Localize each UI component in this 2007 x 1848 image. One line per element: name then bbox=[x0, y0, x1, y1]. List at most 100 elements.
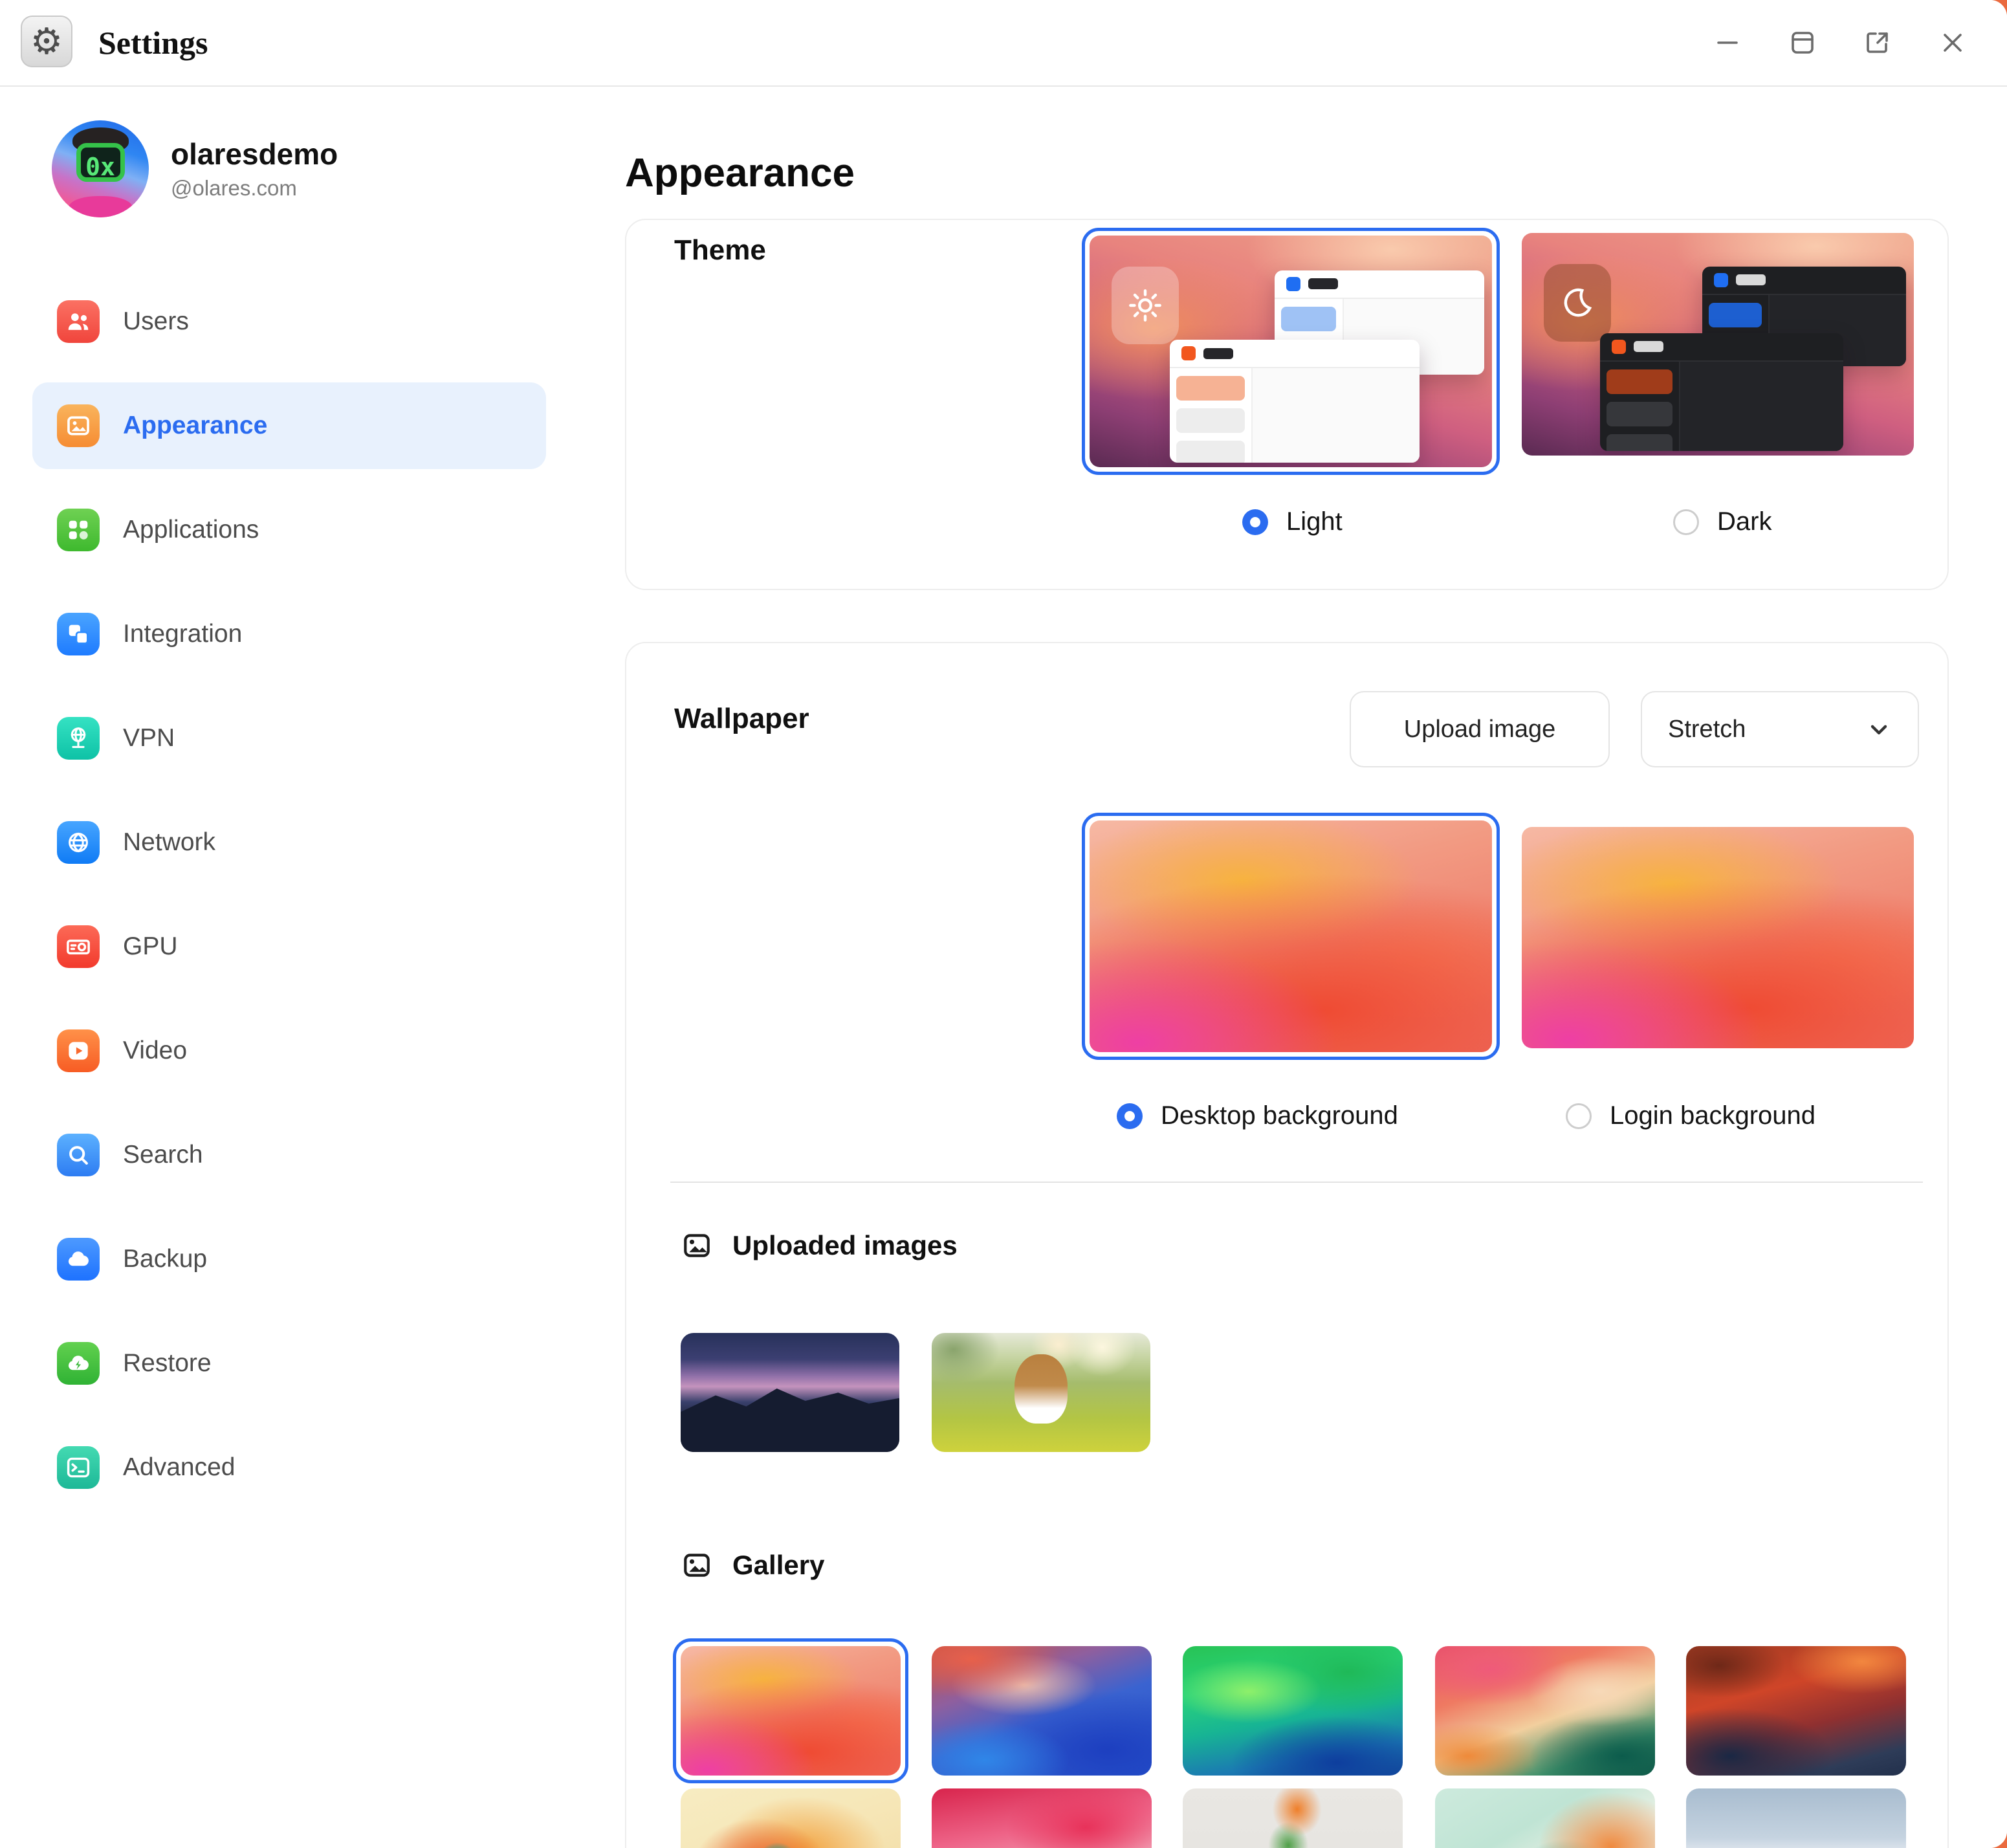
search-icon bbox=[57, 1134, 100, 1176]
light-theme-thumbnail bbox=[1090, 236, 1492, 467]
gallery-thumbnail[interactable] bbox=[932, 1788, 1152, 1848]
upload-image-label: Upload image bbox=[1404, 716, 1555, 743]
mock-window bbox=[1170, 340, 1420, 463]
radio-selected-icon bbox=[1242, 509, 1268, 535]
user-handle: @olares.com bbox=[171, 176, 338, 201]
minimize-icon bbox=[1712, 27, 1743, 58]
theme-title: Theme bbox=[674, 234, 766, 267]
desktop-background-radio[interactable]: Desktop background bbox=[1117, 1101, 1398, 1130]
gallery-thumbnail[interactable] bbox=[932, 1646, 1152, 1776]
sidebar-item-label: Integration bbox=[123, 620, 242, 648]
sidebar-item-label: Appearance bbox=[123, 412, 267, 440]
gallery-header: Gallery bbox=[681, 1549, 824, 1581]
theme-option-dark-preview[interactable] bbox=[1522, 233, 1914, 456]
external-link-icon bbox=[1862, 27, 1893, 58]
gpu-icon bbox=[57, 925, 100, 968]
sidebar-nav: Users Appearance Applications Integratio… bbox=[32, 278, 546, 1528]
sun-icon bbox=[1112, 267, 1179, 344]
gallery-thumbnail[interactable] bbox=[1183, 1788, 1403, 1848]
uploaded-images-title: Uploaded images bbox=[732, 1230, 958, 1261]
sidebar-item-restore[interactable]: Restore bbox=[32, 1320, 546, 1407]
avatar-body bbox=[69, 196, 133, 217]
sidebar-item-label: Restore bbox=[123, 1349, 212, 1378]
vpn-icon bbox=[57, 717, 100, 760]
radio-label: Desktop background bbox=[1161, 1101, 1398, 1130]
sidebar-item-label: Video bbox=[123, 1037, 187, 1065]
gallery-title: Gallery bbox=[732, 1550, 824, 1581]
open-new-window-button[interactable] bbox=[1861, 26, 1894, 60]
window-controls bbox=[1711, 0, 1969, 85]
radio-unselected-icon bbox=[1673, 509, 1699, 535]
uploaded-image-thumbnail[interactable] bbox=[932, 1333, 1150, 1452]
wallpaper-thumbnail bbox=[1090, 820, 1492, 1052]
sidebar-item-gpu[interactable]: GPU bbox=[32, 903, 546, 990]
mock-window bbox=[1600, 333, 1843, 451]
sidebar-item-backup[interactable]: Backup bbox=[32, 1216, 546, 1303]
sidebar-item-integration[interactable]: Integration bbox=[32, 591, 546, 677]
theme-radio-dark[interactable]: Dark bbox=[1673, 507, 1771, 536]
close-button[interactable] bbox=[1936, 26, 1969, 60]
radio-label: Dark bbox=[1717, 507, 1771, 536]
appearance-icon bbox=[57, 404, 100, 447]
theme-section: Theme bbox=[625, 219, 1949, 590]
wallpaper-fit-select[interactable]: Stretch bbox=[1641, 691, 1919, 767]
uploaded-images-header: Uploaded images bbox=[681, 1229, 958, 1262]
sidebar-item-vpn[interactable]: VPN bbox=[32, 695, 546, 782]
user-avatar: 0x bbox=[52, 120, 149, 217]
sidebar-item-search[interactable]: Search bbox=[32, 1112, 546, 1198]
gallery-thumbnail[interactable] bbox=[1435, 1646, 1655, 1776]
login-background-radio[interactable]: Login background bbox=[1566, 1101, 1815, 1130]
fit-select-value: Stretch bbox=[1668, 716, 1746, 743]
gallery-thumbnail[interactable] bbox=[681, 1788, 901, 1848]
gallery-thumbnail[interactable] bbox=[1686, 1646, 1906, 1776]
radio-unselected-icon bbox=[1566, 1103, 1592, 1129]
window-title: Settings bbox=[98, 0, 208, 85]
user-card: 0x olaresdemo @olares.com bbox=[52, 120, 338, 217]
sidebar-item-label: Applications bbox=[123, 516, 259, 544]
sidebar-item-label: Backup bbox=[123, 1245, 207, 1273]
radio-label: Light bbox=[1286, 507, 1343, 536]
advanced-icon bbox=[57, 1446, 100, 1489]
maximize-button[interactable] bbox=[1786, 26, 1819, 60]
sidebar-item-applications[interactable]: Applications bbox=[32, 487, 546, 573]
picture-icon bbox=[681, 1229, 713, 1262]
main-content: Appearance Theme bbox=[573, 87, 2007, 1848]
sidebar-item-label: Search bbox=[123, 1141, 203, 1169]
sidebar-item-network[interactable]: Network bbox=[32, 799, 546, 886]
gallery-thumbnail-image bbox=[681, 1646, 901, 1776]
wallpaper-desktop-preview[interactable] bbox=[1082, 813, 1500, 1060]
minimize-button[interactable] bbox=[1711, 26, 1744, 60]
radio-label: Login background bbox=[1610, 1101, 1815, 1130]
theme-option-light-preview[interactable] bbox=[1082, 228, 1500, 475]
chevron-down-icon bbox=[1866, 716, 1892, 742]
sidebar: 0x olaresdemo @olares.com Users Appearan… bbox=[0, 87, 575, 1848]
settings-window: ⚙ Settings 0x o bbox=[0, 0, 2007, 1848]
maximize-icon bbox=[1787, 27, 1818, 58]
gallery-thumbnail-selected[interactable] bbox=[673, 1638, 908, 1783]
sidebar-item-advanced[interactable]: Advanced bbox=[32, 1424, 546, 1511]
radio-selected-icon bbox=[1117, 1103, 1143, 1129]
uploaded-image-thumbnail[interactable] bbox=[681, 1333, 899, 1452]
users-icon bbox=[57, 300, 100, 343]
sidebar-item-video[interactable]: Video bbox=[32, 1007, 546, 1094]
close-icon bbox=[1937, 27, 1968, 58]
user-meta: olaresdemo @olares.com bbox=[171, 137, 338, 201]
settings-gear-icon: ⚙ bbox=[21, 16, 72, 67]
sidebar-item-label: VPN bbox=[123, 724, 175, 753]
gallery-thumbnail[interactable] bbox=[1686, 1788, 1906, 1848]
backup-icon bbox=[57, 1238, 100, 1281]
integration-icon bbox=[57, 613, 100, 655]
sidebar-item-label: Network bbox=[123, 828, 215, 857]
upload-image-button[interactable]: Upload image bbox=[1350, 691, 1610, 767]
sidebar-item-label: Users bbox=[123, 307, 189, 336]
theme-radio-light[interactable]: Light bbox=[1242, 507, 1343, 536]
restore-icon bbox=[57, 1342, 100, 1385]
sidebar-item-users[interactable]: Users bbox=[32, 278, 546, 365]
gallery-thumbnail[interactable] bbox=[1183, 1646, 1403, 1776]
wallpaper-section: Wallpaper Upload image Stretch Desktop b… bbox=[625, 642, 1949, 1848]
sidebar-item-appearance[interactable]: Appearance bbox=[32, 382, 546, 469]
picture-icon bbox=[681, 1549, 713, 1581]
avatar-face-glyph: 0x bbox=[52, 153, 149, 181]
gallery-thumbnail[interactable] bbox=[1435, 1788, 1655, 1848]
wallpaper-login-preview[interactable] bbox=[1522, 827, 1914, 1048]
